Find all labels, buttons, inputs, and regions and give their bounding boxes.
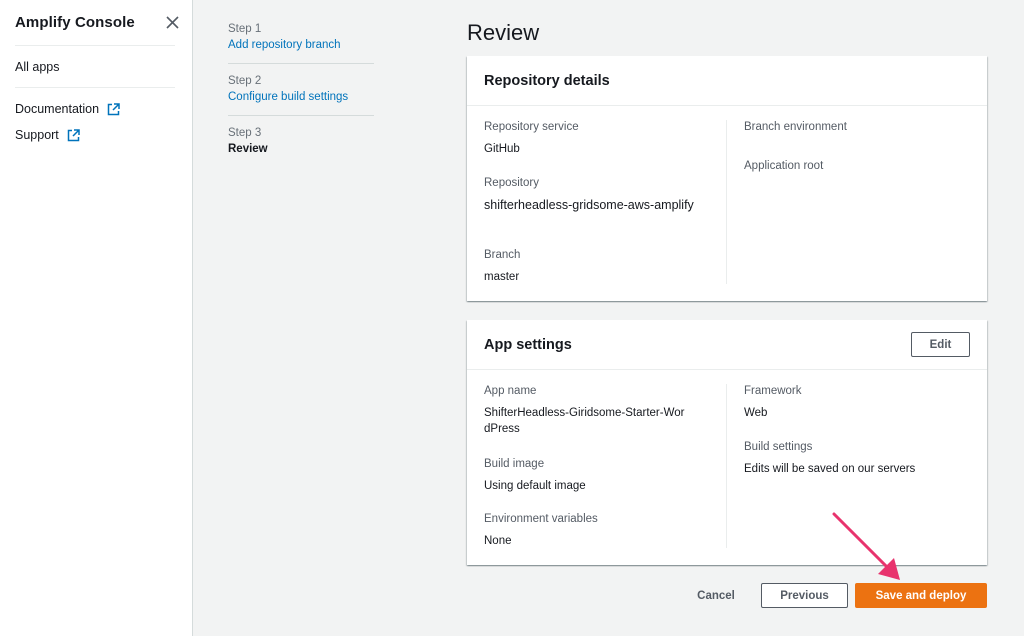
sidebar-item-all-apps[interactable]: All apps (15, 60, 59, 74)
page-title: Review (467, 20, 540, 45)
field-value: None (484, 535, 512, 547)
field-value: Edits will be saved on our servers (744, 463, 916, 475)
repository-field: Repository shifterheadless-gridsome-aws-… (484, 176, 699, 213)
framework-field: Framework Web (744, 384, 964, 421)
branch-environment-field: Branch environment (744, 120, 964, 135)
edit-button[interactable]: Edit (911, 332, 970, 357)
sidebar-divider (15, 45, 175, 46)
cancel-button[interactable]: Cancel (688, 583, 744, 608)
save-and-deploy-button[interactable]: Save and deploy (855, 583, 987, 608)
panel-body: Repository service GitHub Repository shi… (467, 106, 987, 300)
app-settings-panel: App settings Edit App name ShifterHeadle… (467, 320, 987, 565)
step-number: Step 2 (228, 75, 262, 87)
external-link-icon (67, 128, 80, 142)
field-value: shifterheadless-gridsome-aws-amplify (484, 198, 694, 212)
wizard-steps: Step 1 Add repository branch Step 2 Conf… (228, 22, 374, 177)
field-label: Build settings (744, 441, 813, 453)
step-current-review: Review (228, 143, 268, 155)
application-root-field: Application root (744, 159, 964, 174)
step-link-configure-build-settings[interactable]: Configure build settings (228, 89, 374, 105)
previous-button[interactable]: Previous (761, 583, 848, 608)
sidebar-divider (15, 87, 175, 88)
wizard-step-1: Step 1 Add repository branch (228, 22, 374, 64)
step-number: Step 3 (228, 127, 262, 139)
column-divider (726, 120, 727, 284)
step-number: Step 1 (228, 23, 262, 35)
field-label: Repository service (484, 121, 579, 133)
environment-variables-field: Environment variables None (484, 512, 704, 549)
field-label: Repository (484, 177, 539, 189)
branch-field: Branch master (484, 248, 704, 285)
field-label: Branch environment (744, 121, 847, 133)
field-label: Build image (484, 458, 545, 470)
close-icon[interactable] (164, 14, 180, 30)
sidebar-header: Amplify Console (15, 11, 180, 33)
step-link-add-repository-branch[interactable]: Add repository branch (228, 37, 374, 53)
field-value: GitHub (484, 143, 520, 155)
app-name-field: App name ShifterHeadless-Giridsome-Start… (484, 384, 699, 437)
field-label: Application root (744, 160, 824, 172)
field-value: Using default image (484, 480, 586, 492)
sidebar-item-label: Documentation (15, 102, 100, 116)
field-value: ShifterHeadless-Giridsome-Starter-WordPr… (484, 407, 685, 435)
repository-service-field: Repository service GitHub (484, 120, 704, 157)
field-label: Environment variables (484, 513, 598, 525)
panel-body: App name ShifterHeadless-Giridsome-Start… (467, 370, 987, 564)
wizard-step-3: Step 3 Review (228, 126, 374, 167)
build-image-field: Build image Using default image (484, 457, 704, 494)
sidebar-item-support[interactable]: Support (15, 128, 80, 142)
panel-title: Repository details (484, 72, 610, 89)
external-link-icon (107, 102, 120, 116)
panel-header: Repository details (467, 56, 987, 106)
sidebar-item-label: Support (15, 128, 59, 142)
sidebar: Amplify Console All apps Documentation S… (0, 0, 193, 636)
build-settings-field: Build settings Edits will be saved on ou… (744, 440, 964, 477)
panel-title: App settings (484, 336, 572, 353)
repository-details-panel: Repository details Repository service Gi… (467, 56, 987, 301)
wizard-step-2: Step 2 Configure build settings (228, 74, 374, 116)
sidebar-item-documentation[interactable]: Documentation (15, 102, 120, 116)
panel-header: App settings Edit (467, 320, 987, 370)
field-label: App name (484, 385, 537, 397)
field-label: Framework (744, 385, 802, 397)
field-value: Web (744, 407, 768, 419)
field-value: master (484, 271, 520, 283)
field-label: Branch (484, 249, 521, 261)
sidebar-title: Amplify Console (15, 13, 135, 31)
column-divider (726, 384, 727, 548)
sidebar-item-label: All apps (15, 60, 60, 74)
